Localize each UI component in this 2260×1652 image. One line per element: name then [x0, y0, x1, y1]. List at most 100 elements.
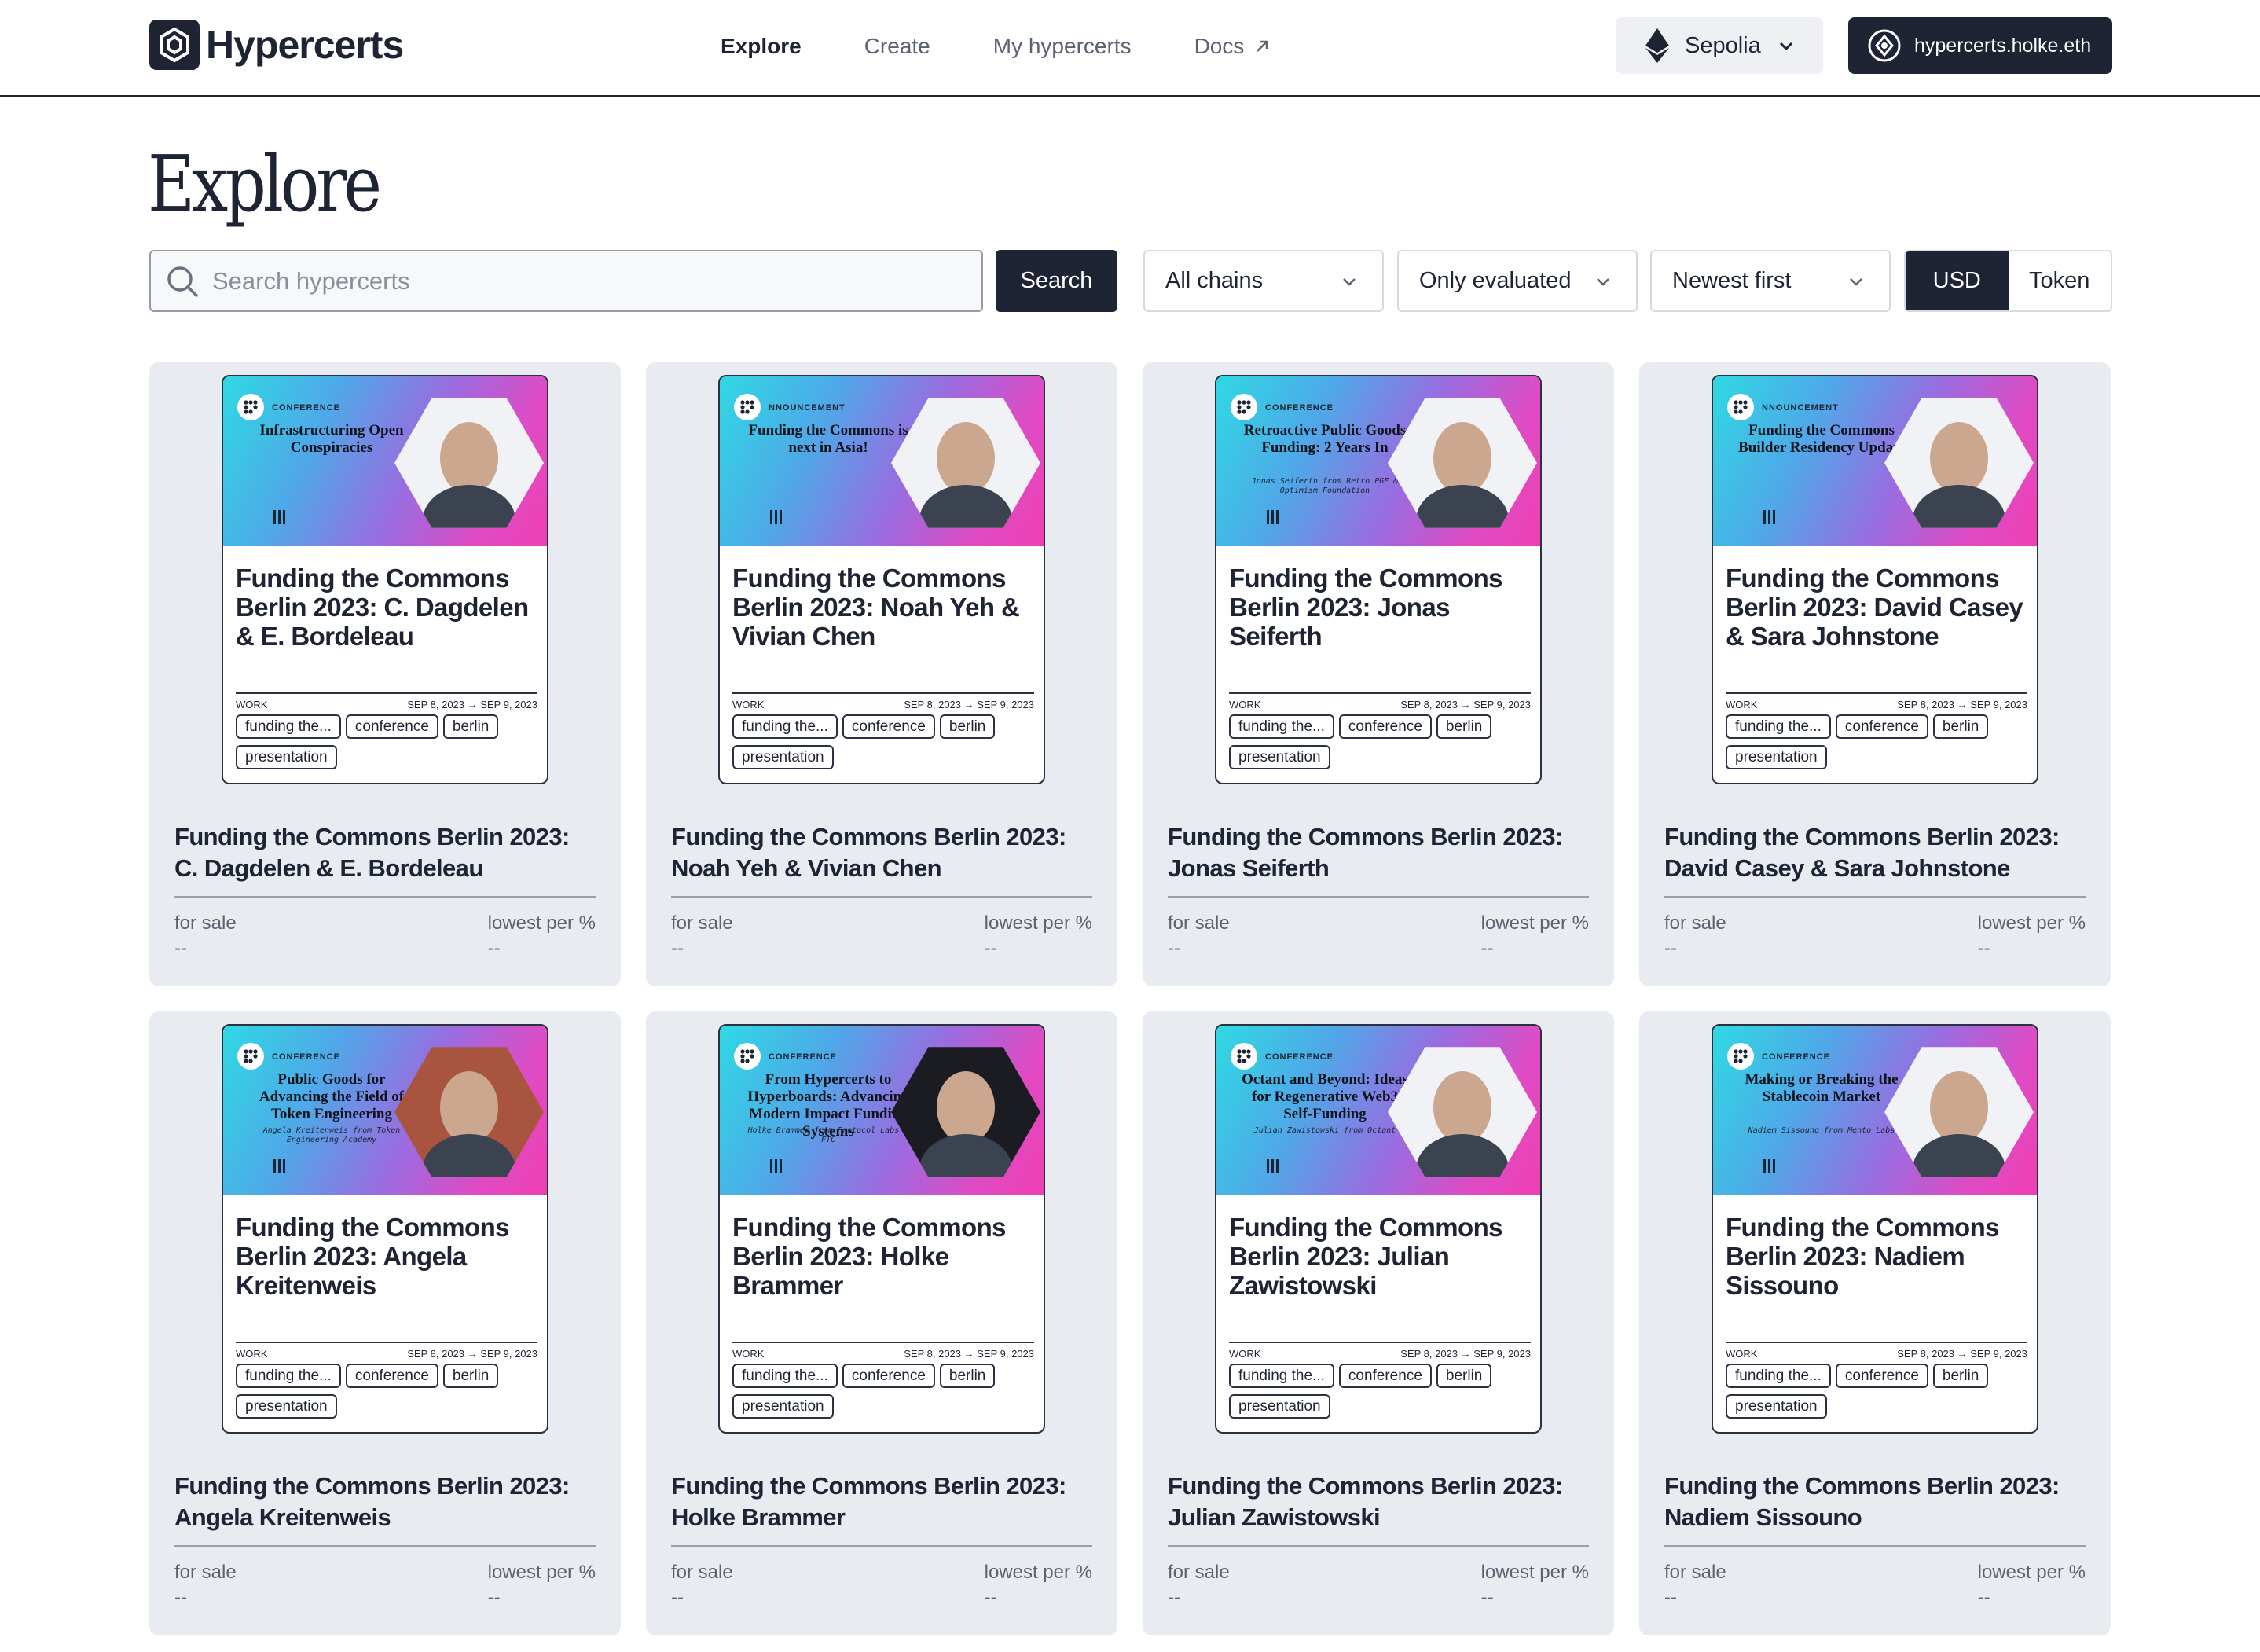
tag-chip: conference — [1338, 1364, 1432, 1388]
hypercert-banner-image: NNOUNCEMENT Funding the Commons Builder … — [1713, 376, 2037, 546]
nav-my-hypercerts[interactable]: My hypercerts — [993, 34, 1132, 59]
hypercert-preview: CONFERENCE From Hypercerts to Hyperboard… — [718, 1024, 1045, 1434]
nav-explore[interactable]: Explore — [721, 34, 802, 59]
card-pricing: for sale -- lowest per % -- — [174, 912, 596, 960]
banner-kind: CONFERENCE — [1265, 1052, 1334, 1062]
currency-token[interactable]: Token — [2009, 251, 2111, 310]
evaluation-filter-label: Only evaluated — [1419, 268, 1572, 293]
for-sale-label: for sale — [1664, 1562, 1726, 1583]
preview-meta: WORK SEP 8, 2023 → SEP 9, 2023 — [1229, 692, 1531, 710]
tag-chip: funding the... — [236, 714, 341, 739]
ftc-logo-icon — [1727, 394, 1754, 420]
hypercert-card-1[interactable]: CONFERENCE Infrastructuring Open Conspir… — [149, 362, 621, 986]
lowest-price-label: lowest per % — [1977, 912, 2086, 934]
tag-chip: berlin — [939, 1364, 996, 1388]
ftc-logo-icon — [1727, 1043, 1754, 1070]
ftc-footer-logo — [1763, 510, 1850, 530]
hypercert-card-3[interactable]: CONFERENCE Retroactive Public Goods Fund… — [1143, 362, 1614, 986]
hypercert-card-8[interactable]: CONFERENCE Making or Breaking the Stable… — [1639, 1011, 2111, 1635]
tag-chip: presentation — [236, 1394, 337, 1419]
for-sale-value: -- — [671, 938, 684, 959]
banner-title: Public Goods for Advancing the Field of … — [259, 1071, 405, 1122]
card-title: Funding the Commons Berlin 2023: Jonas S… — [1168, 823, 1563, 882]
network-selector[interactable]: Sepolia — [1616, 17, 1823, 74]
tag-chip: berlin — [442, 714, 499, 739]
hypercert-banner-image: CONFERENCE Octant and Beyond: Ideas for … — [1216, 1026, 1540, 1195]
card-divider — [1168, 896, 1589, 898]
hypercert-banner-image: CONFERENCE Infrastructuring Open Conspir… — [223, 376, 547, 546]
hypercert-banner-image: CONFERENCE Making or Breaking the Stable… — [1713, 1026, 2037, 1195]
sort-filter[interactable]: Newest first — [1650, 250, 1891, 312]
banner-subtitle: Nadiem Sissouno from Mento Labs — [1748, 1126, 1895, 1135]
banner-subtitle: Holke Brammer from Protocol Labs & FTC — [747, 1126, 909, 1144]
lowest-price-label: lowest per % — [1480, 1562, 1589, 1583]
preview-tags: funding the... conference berlin presentati… — [1726, 714, 2032, 769]
lowest-price-block: lowest per % -- — [1481, 1562, 1589, 1609]
speaker-photo — [1388, 398, 1537, 528]
chevron-down-icon — [1343, 277, 1356, 286]
preview-meta: WORK SEP 8, 2023 → SEP 9, 2023 — [732, 692, 1034, 710]
tag-chip: berlin — [442, 1364, 499, 1388]
evaluation-filter[interactable]: Only evaluated — [1397, 250, 1638, 312]
banner-subtitle: Angela Kreitenweis from Token Engineerin… — [262, 1126, 401, 1144]
lowest-price-block: lowest per % -- — [1978, 1562, 2086, 1609]
chain-filter[interactable]: All chains — [1143, 250, 1384, 312]
card-divider — [671, 896, 1092, 898]
lowest-price-label: lowest per % — [984, 912, 1092, 934]
search-button[interactable]: Search — [996, 250, 1117, 312]
hypercert-preview: CONFERENCE Octant and Beyond: Ideas for … — [1215, 1024, 1542, 1434]
brand-logo[interactable]: Hypercerts — [149, 19, 404, 71]
for-sale-label: for sale — [174, 912, 237, 934]
tag-chip: presentation — [1726, 745, 1827, 769]
search-input[interactable] — [212, 266, 967, 296]
lowest-price-block: lowest per % -- — [985, 912, 1092, 960]
sort-filter-label: Newest first — [1672, 268, 1792, 293]
work-dates: SEP 8, 2023 → SEP 9, 2023 — [904, 699, 1034, 710]
wallet-button[interactable]: hypercerts.holke.eth — [1848, 17, 2112, 74]
lowest-price-value: -- — [984, 938, 997, 959]
search-field[interactable] — [149, 250, 983, 312]
card-title: Funding the Commons Berlin 2023: Angela … — [174, 1472, 570, 1531]
lowest-price-block: lowest per % -- — [1978, 912, 2086, 960]
work-label: WORK — [732, 699, 765, 710]
for-sale-block: for sale -- — [174, 1562, 237, 1609]
hypercert-card-4[interactable]: NNOUNCEMENT Funding the Commons Builder … — [1639, 362, 2111, 986]
nav-create[interactable]: Create — [864, 34, 930, 59]
ethereum-icon — [1645, 28, 1669, 63]
work-dates: SEP 8, 2023 → SEP 9, 2023 — [407, 699, 537, 710]
preview-meta: WORK SEP 8, 2023 → SEP 9, 2023 — [236, 692, 537, 710]
preview-title: Funding the Commons Berlin 2023: Nadiem … — [1726, 1213, 2000, 1300]
for-sale-value: -- — [174, 1587, 187, 1608]
speaker-photo — [1388, 1047, 1537, 1177]
lowest-price-label: lowest per % — [1977, 1562, 2086, 1583]
hypercert-preview: CONFERENCE Retroactive Public Goods Fund… — [1215, 375, 1542, 784]
for-sale-value: -- — [1664, 938, 1677, 959]
main-nav: Explore Create My hypercerts Docs — [721, 0, 1271, 93]
tag-chip: conference — [345, 1364, 438, 1388]
ftc-footer-logo — [1763, 1159, 1850, 1180]
tag-chip: conference — [1338, 714, 1432, 739]
hypercert-card-2[interactable]: NNOUNCEMENT Funding the Commons is next … — [646, 362, 1117, 986]
for-sale-block: for sale -- — [671, 1562, 733, 1609]
hypercert-card-6[interactable]: CONFERENCE From Hypercerts to Hyperboard… — [646, 1011, 1117, 1635]
lowest-price-block: lowest per % -- — [488, 912, 596, 960]
card-divider — [671, 1545, 1092, 1547]
card-pricing: for sale -- lowest per % -- — [671, 1562, 1092, 1609]
preview-tags: funding the... conference berlin presentati… — [236, 714, 542, 769]
hypercert-card-7[interactable]: CONFERENCE Octant and Beyond: Ideas for … — [1143, 1011, 1614, 1635]
preview-meta: WORK SEP 8, 2023 → SEP 9, 2023 — [732, 1342, 1034, 1360]
hypercert-card-5[interactable]: CONFERENCE Public Goods for Advancing th… — [149, 1011, 621, 1635]
network-label: Sepolia — [1685, 32, 1761, 58]
banner-title: Funding the Commons Builder Residency Up… — [1738, 422, 1905, 456]
tag-chip: berlin — [1932, 1364, 1989, 1388]
card-title: Funding the Commons Berlin 2023: C. Dagd… — [174, 823, 570, 882]
speaker-photo — [891, 398, 1040, 528]
nav-docs[interactable]: Docs — [1194, 34, 1271, 59]
for-sale-label: for sale — [1168, 1562, 1230, 1583]
work-label: WORK — [1726, 1348, 1758, 1360]
currency-usd[interactable]: USD — [1906, 251, 2009, 310]
work-dates: SEP 8, 2023 → SEP 9, 2023 — [1400, 1348, 1531, 1360]
tag-chip: presentation — [1726, 1394, 1827, 1419]
preview-title: Funding the Commons Berlin 2023: David C… — [1726, 564, 2023, 651]
work-dates: SEP 8, 2023 → SEP 9, 2023 — [407, 1348, 537, 1360]
